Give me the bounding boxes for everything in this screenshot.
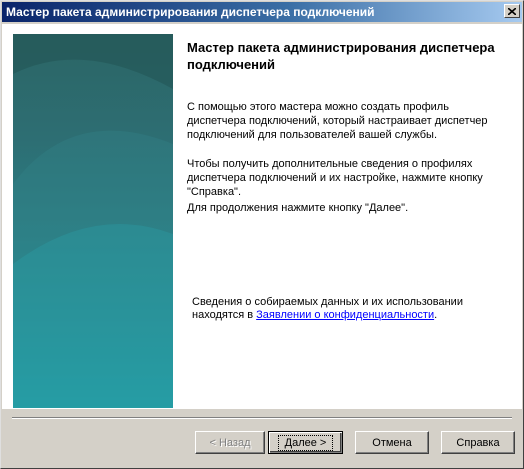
footer-separator [12, 417, 512, 419]
intro-paragraph: С помощью этого мастера можно создать пр… [187, 101, 488, 141]
back-button[interactable]: < Назад [195, 431, 265, 454]
wizard-heading: Мастер пакета администрирования диспетче… [187, 40, 495, 72]
cancel-button[interactable]: Отмена [355, 431, 429, 454]
banner-wave-graphic [13, 34, 173, 408]
help-paragraph: Чтобы получить дополнительные сведения о… [187, 158, 483, 198]
next-button[interactable]: Далее > [268, 431, 343, 454]
help-button[interactable]: Справка [441, 431, 515, 454]
wizard-window: Мастер пакета администрирования диспетче… [0, 0, 524, 469]
window-title: Мастер пакета администрирования диспетче… [6, 5, 375, 19]
close-icon [508, 7, 516, 15]
privacy-suffix: . [434, 309, 438, 321]
wizard-content: Мастер пакета администрирования диспетче… [2, 24, 522, 409]
privacy-notice: Сведения о собираемых данных и их исполь… [192, 296, 502, 322]
title-bar[interactable]: Мастер пакета администрирования диспетче… [2, 2, 522, 22]
wizard-side-banner [13, 34, 173, 408]
next-button-label: Далее > [277, 434, 334, 451]
privacy-statement-link[interactable]: Заявлении о конфиденциальности [256, 309, 434, 321]
close-button[interactable] [504, 4, 520, 18]
continue-paragraph: Для продолжения нажмите кнопку "Далее". [187, 202, 409, 214]
